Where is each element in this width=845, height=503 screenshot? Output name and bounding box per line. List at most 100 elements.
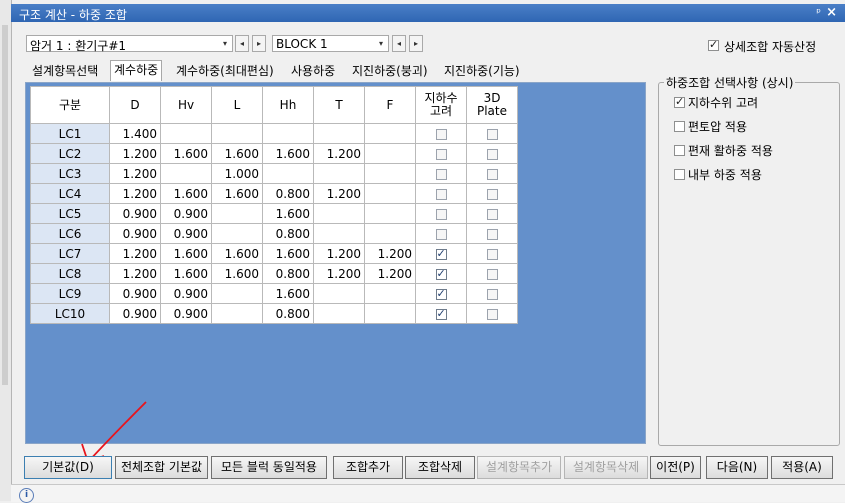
plate-3d-checkbox[interactable] [486, 168, 498, 180]
groundwater-cell[interactable] [415, 263, 467, 284]
groundwater-checkbox[interactable] [435, 228, 447, 240]
auto-select-checkbox[interactable] [708, 38, 719, 51]
tab-factored-load-max-eccentric[interactable]: 계수하중(최대편심) [176, 62, 274, 80]
factor-cell-l[interactable]: 1.600 [211, 183, 263, 204]
tab-design-items[interactable]: 설계항목선택 [32, 62, 98, 80]
factor-cell-f[interactable] [364, 303, 416, 324]
load-case-name-cell[interactable]: LC8 [30, 263, 110, 284]
factor-cell-f[interactable] [364, 203, 416, 224]
apply-button[interactable]: 적용(A) [771, 456, 833, 479]
factor-cell-f[interactable] [364, 183, 416, 204]
apply-all-blocks-button[interactable]: 모든 블럭 동일적용 [211, 456, 327, 479]
factor-cell-hv[interactable]: 0.900 [160, 303, 212, 324]
delete-combo-button[interactable]: 조합삭제 [405, 456, 475, 479]
plate-3d-cell[interactable] [466, 163, 518, 184]
next-button[interactable]: 다음(N) [706, 456, 768, 479]
structure-next-button[interactable]: ▸ [252, 35, 266, 52]
groundwater-checkbox[interactable] [435, 267, 447, 280]
factor-cell-d[interactable]: 0.900 [109, 303, 161, 324]
table-row[interactable]: LC2 1.200 1.600 1.600 1.600 1.200 [30, 143, 518, 164]
load-case-name-cell[interactable]: LC6 [30, 223, 110, 244]
plate-3d-cell[interactable] [466, 243, 518, 264]
factor-cell-d[interactable]: 1.200 [109, 143, 161, 164]
add-combo-button[interactable]: 조합추가 [333, 456, 403, 479]
default-button[interactable]: 기본값(D) [24, 456, 112, 479]
factor-cell-t[interactable] [313, 123, 365, 144]
delete-design-item-button[interactable]: 설계항목삭제 [564, 456, 648, 479]
groundwater-checkbox[interactable] [435, 188, 447, 200]
load-case-name-cell[interactable]: LC9 [30, 283, 110, 304]
load-case-name-cell[interactable]: LC7 [30, 243, 110, 264]
table-row[interactable]: LC8 1.200 1.600 1.600 0.800 1.200 1.200 [30, 263, 518, 284]
factor-cell-l[interactable]: 1.000 [211, 163, 263, 184]
groundwater-cell[interactable] [415, 223, 467, 244]
factor-cell-t[interactable]: 1.200 [313, 143, 365, 164]
option-internal-load-checkbox[interactable] [674, 169, 685, 180]
groundwater-checkbox[interactable] [435, 128, 447, 140]
tab-service-load[interactable]: 사용하중 [291, 62, 335, 80]
factor-cell-hh[interactable]: 1.600 [262, 203, 314, 224]
load-case-name-cell[interactable]: LC5 [30, 203, 110, 224]
factor-cell-hv[interactable]: 0.900 [160, 223, 212, 244]
groundwater-checkbox[interactable] [435, 287, 447, 300]
plate-3d-checkbox[interactable] [486, 248, 498, 260]
groundwater-checkbox[interactable] [435, 208, 447, 220]
plate-3d-checkbox[interactable] [486, 268, 498, 280]
tab-factored-load[interactable]: 계수하중 [110, 60, 163, 81]
tab-seismic-collapse[interactable]: 지진하중(붕괴) [352, 62, 428, 80]
plate-3d-cell[interactable] [466, 143, 518, 164]
table-row[interactable]: LC5 0.900 0.900 1.600 [30, 203, 518, 224]
plate-3d-checkbox[interactable] [486, 148, 498, 160]
factor-cell-t[interactable]: 1.200 [313, 263, 365, 284]
plate-3d-cell[interactable] [466, 263, 518, 284]
plate-3d-cell[interactable] [466, 123, 518, 144]
scrollbar-thumb[interactable] [2, 25, 8, 385]
factor-cell-l[interactable]: 1.600 [211, 263, 263, 284]
factor-cell-hv[interactable] [160, 123, 212, 144]
load-case-name-cell[interactable]: LC1 [30, 123, 110, 144]
factor-cell-d[interactable]: 0.900 [109, 223, 161, 244]
load-case-name-cell[interactable]: LC2 [30, 143, 110, 164]
factor-cell-l[interactable] [211, 203, 263, 224]
groundwater-cell[interactable] [415, 303, 467, 324]
left-scrollbar[interactable] [0, 0, 12, 501]
option-groundwater-checkbox[interactable] [674, 95, 685, 108]
factor-cell-d[interactable]: 1.200 [109, 183, 161, 204]
structure-prev-button[interactable]: ◂ [235, 35, 249, 52]
block-next-button[interactable]: ▸ [409, 35, 423, 52]
groundwater-checkbox[interactable] [435, 247, 447, 260]
factor-cell-d[interactable]: 1.200 [109, 163, 161, 184]
plate-3d-cell[interactable] [466, 223, 518, 244]
factor-cell-t[interactable] [313, 283, 365, 304]
factor-cell-f[interactable] [364, 223, 416, 244]
factor-cell-hv[interactable]: 1.600 [160, 143, 212, 164]
structure-combo[interactable]: 암거 1 : 환기구#1 ▾ [26, 35, 233, 53]
factor-cell-t[interactable]: 1.200 [313, 183, 365, 204]
factor-cell-t[interactable] [313, 223, 365, 244]
close-icon[interactable]: × [826, 5, 837, 20]
factor-cell-d[interactable]: 0.900 [109, 203, 161, 224]
plate-3d-checkbox[interactable] [486, 188, 498, 200]
groundwater-cell[interactable] [415, 123, 467, 144]
groundwater-cell[interactable] [415, 143, 467, 164]
groundwater-checkbox[interactable] [435, 307, 447, 320]
table-row[interactable]: LC6 0.900 0.900 0.800 [30, 223, 518, 244]
plate-3d-checkbox[interactable] [486, 308, 498, 320]
tab-seismic-function[interactable]: 지진하중(기능) [444, 62, 520, 80]
factor-cell-hv[interactable] [160, 163, 212, 184]
prev-button[interactable]: 이전(P) [650, 456, 701, 479]
factor-cell-hh[interactable]: 0.800 [262, 183, 314, 204]
groundwater-checkbox[interactable] [435, 148, 447, 160]
option-unbalanced-earth-pressure-checkbox[interactable] [674, 121, 685, 132]
factor-cell-hh[interactable]: 1.600 [262, 243, 314, 264]
factor-cell-hv[interactable]: 0.900 [160, 203, 212, 224]
factor-cell-hh[interactable] [262, 123, 314, 144]
table-row[interactable]: LC7 1.200 1.600 1.600 1.600 1.200 1.200 [30, 243, 518, 264]
table-row[interactable]: LC10 0.900 0.900 0.800 [30, 303, 518, 324]
factor-cell-f[interactable] [364, 143, 416, 164]
groundwater-cell[interactable] [415, 203, 467, 224]
groundwater-cell[interactable] [415, 283, 467, 304]
factor-cell-hh[interactable] [262, 163, 314, 184]
plate-3d-cell[interactable] [466, 183, 518, 204]
table-row[interactable]: LC9 0.900 0.900 1.600 [30, 283, 518, 304]
